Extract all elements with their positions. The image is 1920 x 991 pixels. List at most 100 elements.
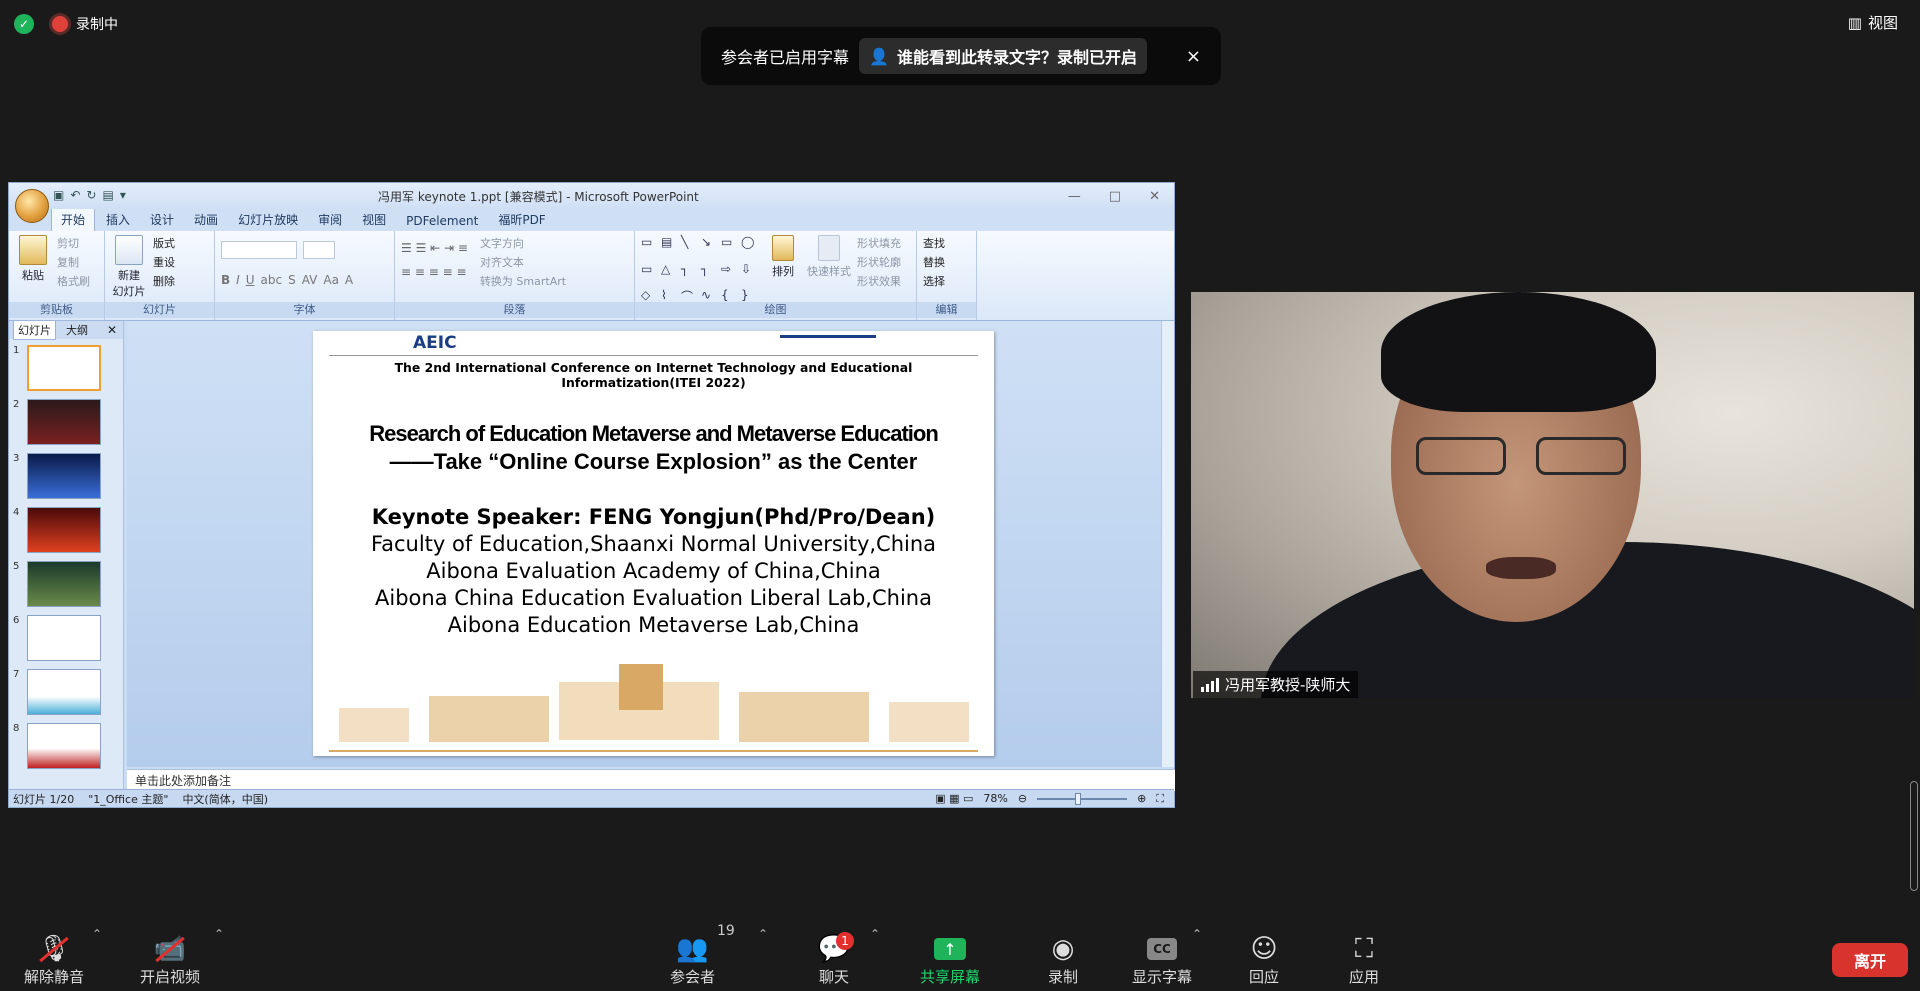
view-button[interactable]: ▥ 视图 — [1848, 12, 1898, 33]
ppt-title-bar: ▣ ↶ ↻ ▤ ▾ 冯用军 keynote 1.ppt [兼容模式] - Mic… — [9, 183, 1174, 209]
italic-icon[interactable]: I — [236, 273, 240, 287]
tab-slides[interactable]: 幻灯片 — [13, 320, 56, 340]
record-button[interactable]: ◉ 录制 — [1041, 932, 1085, 987]
delete-slide-button[interactable]: 删除 — [153, 273, 175, 290]
zoom-slider-knob[interactable] — [1075, 792, 1082, 805]
char-spacing-icon[interactable]: AV — [302, 273, 318, 287]
format-painter-button[interactable]: 格式刷 — [57, 273, 90, 290]
qat-dropdown-icon[interactable]: ▾ — [120, 188, 126, 202]
font-color-icon[interactable]: A — [345, 273, 353, 287]
layout-button[interactable]: 版式 — [153, 235, 175, 252]
audio-options-caret-icon[interactable]: ⌃ — [92, 927, 102, 941]
slide-thumbnail[interactable] — [27, 507, 101, 553]
font-group-label: 字体 — [215, 302, 394, 318]
reset-button[interactable]: 重设 — [153, 254, 175, 271]
shadow-icon[interactable]: S — [288, 273, 296, 287]
copy-button[interactable]: 复制 — [57, 254, 90, 271]
leave-button[interactable]: 离开 — [1832, 943, 1908, 977]
replace-button[interactable]: 替换 — [923, 254, 945, 271]
slide-thumbnail[interactable] — [27, 561, 101, 607]
align-icons[interactable]: ≡ ≡ ≡ ≡ ≡ — [401, 265, 468, 279]
change-case-icon[interactable]: Aa — [323, 273, 339, 287]
zoom-slider[interactable] — [1037, 792, 1128, 805]
zoom-level[interactable]: 78% — [983, 792, 1007, 805]
thumb-number: 4 — [13, 507, 20, 518]
status-right: ▣ ▦ ▭ 78% ⊖ ⊕ ⛶ — [935, 792, 1174, 806]
participants-button[interactable]: 👥 参会者 — [670, 932, 715, 987]
minimize-icon[interactable]: — — [1068, 189, 1081, 204]
zoom-out-icon[interactable]: ⊖ — [1018, 792, 1027, 805]
chat-button[interactable]: 💬 1 聊天 — [812, 932, 856, 987]
tab-pdfelement[interactable]: PDFelement — [397, 211, 487, 231]
show-captions-button[interactable]: CC 显示字幕 — [1132, 932, 1192, 987]
view-mode-icons[interactable]: ▣ ▦ ▭ — [935, 792, 973, 805]
tab-view[interactable]: 视图 — [353, 208, 395, 231]
slide-thumbnail[interactable] — [27, 669, 101, 715]
slide-thumbnail[interactable] — [27, 453, 101, 499]
redo-icon[interactable]: ↻ — [86, 188, 96, 202]
recording-indicator[interactable]: 录制中 — [52, 14, 118, 34]
tab-animations[interactable]: 动画 — [185, 208, 227, 231]
tab-foxit-pdf[interactable]: 福昕PDF — [489, 208, 554, 231]
bold-icon[interactable]: B — [221, 273, 230, 287]
convert-smartart-button[interactable]: 转换为 SmartArt — [480, 273, 566, 290]
video-options-caret-icon[interactable]: ⌃ — [214, 927, 224, 941]
undo-icon[interactable]: ↶ — [70, 188, 80, 202]
text-direction-button[interactable]: 文字方向 — [480, 235, 566, 252]
start-video-button[interactable]: 📹 开启视频 — [140, 932, 200, 987]
underline-icon[interactable]: U — [246, 273, 255, 287]
font-name-field[interactable] — [221, 241, 297, 259]
tab-slideshow[interactable]: 幻灯片放映 — [229, 208, 307, 231]
reactions-button[interactable]: ☺ 回应 — [1242, 932, 1286, 987]
participants-caret-icon[interactable]: ⌃ — [758, 927, 768, 941]
shape-outline-button[interactable]: 形状轮廓 — [857, 254, 901, 271]
chat-caret-icon[interactable]: ⌃ — [870, 927, 880, 941]
drawing-group: ▭ ▤ ╲ ↘ ▭ ◯ ▭ △ ┐ ┐ ⇨ ⇩ ◇ ⌇ ⌒ ∿{} 排列 快速样式 形状填充 形状轮廓 形… — [635, 231, 917, 320]
apps-button[interactable]: ⛶ 应用 — [1342, 932, 1386, 987]
slide-thumbnail[interactable] — [27, 615, 101, 661]
slide-thumbnail[interactable] — [27, 345, 101, 391]
cut-button[interactable]: 剪切 — [57, 235, 90, 252]
save-icon[interactable]: ▣ — [53, 188, 64, 202]
select-button[interactable]: 选择 — [923, 273, 945, 290]
unmute-button[interactable]: 🎙 解除静音 — [24, 932, 84, 987]
current-slide[interactable]: AEIC The 2nd International Conference on… — [313, 331, 994, 756]
tab-insert[interactable]: 插入 — [97, 208, 139, 231]
close-icon[interactable]: × — [1186, 46, 1201, 67]
share-screen-button[interactable]: ↑ 共享屏幕 — [920, 932, 980, 987]
align-text-button[interactable]: 对齐文本 — [480, 254, 566, 271]
find-button[interactable]: 查找 — [923, 235, 945, 252]
shape-fill-button[interactable]: 形状填充 — [857, 235, 901, 252]
notes-pane[interactable]: 单击此处添加备注 — [127, 769, 1175, 791]
participant-video[interactable]: 冯用军教授-陕师大 — [1191, 292, 1914, 698]
thumb-number: 3 — [13, 453, 20, 464]
pane-close-icon[interactable]: ✕ — [107, 323, 123, 337]
drawing-group-label: 绘图 — [635, 302, 916, 318]
vertical-scrollbar[interactable] — [1161, 321, 1174, 767]
tab-home[interactable]: 开始 — [51, 207, 96, 231]
security-shield-icon[interactable]: ✓ — [14, 14, 34, 34]
tab-outline[interactable]: 大纲 — [66, 322, 88, 338]
zoom-in-icon[interactable]: ⊕ — [1137, 792, 1146, 805]
audio-level-meter — [1910, 781, 1918, 891]
office-button-icon[interactable] — [15, 189, 49, 223]
tab-review[interactable]: 审阅 — [309, 208, 351, 231]
slide-thumbnail[interactable] — [27, 723, 101, 769]
slides-pane: 幻灯片 大纲 ✕ 1 2 3 4 5 6 7 8 — [9, 320, 124, 791]
slide-thumbnail[interactable] — [27, 399, 101, 445]
transcript-visibility-link[interactable]: 👤 谁能看到此转录文字？录制已开启 — [859, 38, 1147, 74]
tab-design[interactable]: 设计 — [141, 208, 183, 231]
shape-effects-button[interactable]: 形状效果 — [857, 273, 901, 290]
list-icons[interactable]: ☰ ☰ ⇤ ⇥ ≡ — [401, 241, 468, 255]
view-label: 视图 — [1867, 14, 1898, 32]
quick-access-toolbar: ▣ ↶ ↻ ▤ ▾ — [53, 188, 126, 202]
maximize-icon[interactable]: □ — [1109, 189, 1121, 204]
apps-label: 应用 — [1348, 968, 1379, 986]
open-icon[interactable]: ▤ — [102, 188, 113, 202]
fit-window-icon[interactable]: ⛶ — [1156, 792, 1164, 806]
window-close-icon[interactable]: ✕ — [1149, 189, 1160, 204]
captions-caret-icon[interactable]: ⌃ — [1192, 927, 1202, 941]
strikethrough-icon[interactable]: abc — [261, 273, 283, 287]
thumb-number: 1 — [13, 345, 20, 356]
font-size-field[interactable] — [303, 241, 335, 259]
